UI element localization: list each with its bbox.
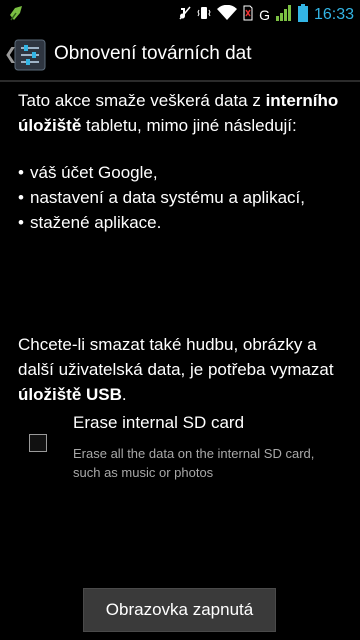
- screen-on-button[interactable]: Obrazovka zapnutá: [83, 588, 276, 632]
- intro-text-end: tabletu, mimo jiné následují:: [81, 116, 297, 135]
- page-title: Obnovení továrních dat: [54, 43, 252, 64]
- bullet-text: váš účet Google,: [30, 163, 158, 182]
- option-title: Erase internal SD card: [73, 413, 245, 432]
- warning-text: Tato akce smaže veškerá data z interního…: [18, 88, 348, 235]
- wifi-icon: [217, 4, 238, 25]
- clock: 16:33: [313, 6, 354, 23]
- network-type-label: G: [259, 7, 270, 23]
- no-sim-icon: [243, 5, 253, 25]
- settings-sliders-icon[interactable]: [14, 39, 46, 71]
- screen: G 16:33 ❮ Obnovení továrních dat Tato ak…: [0, 0, 360, 640]
- bullet-glyph: •: [18, 163, 24, 182]
- option-summary: Erase all the data on the internal SD ca…: [73, 446, 315, 480]
- erase-sd-card-checkbox[interactable]: [29, 434, 47, 452]
- usb-text-start: Chcete-li smazat také hudbu, obrázky a d…: [18, 335, 334, 379]
- notification-icon: [8, 5, 24, 27]
- intro-paragraph: Tato akce smaže veškerá data z interního…: [18, 88, 348, 138]
- list-item: • váš účet Google,: [18, 160, 348, 185]
- signal-icon: [275, 5, 292, 25]
- usb-text-end: .: [121, 385, 127, 404]
- bullet-text: nastavení a data systému a aplikací,: [30, 188, 305, 207]
- usb-storage-paragraph: Chcete-li smazat také hudbu, obrázky a d…: [18, 332, 348, 407]
- mute-icon: [179, 5, 191, 25]
- list-item: • nastavení a data systému a aplikací,: [18, 185, 348, 210]
- list-item: • stažené aplikace.: [18, 210, 348, 235]
- bullet-glyph: •: [18, 213, 24, 232]
- usb-text-bold: úložiště USB: [18, 385, 122, 404]
- status-icons: G 16:33: [179, 4, 354, 26]
- intro-text-start: Tato akce smaže veškerá data z: [18, 91, 266, 110]
- bullet-list: • váš účet Google, • nastavení a data sy…: [18, 160, 348, 235]
- status-bar: G 16:33: [0, 0, 360, 30]
- bullet-text: stažené aplikace.: [30, 213, 162, 232]
- bullet-glyph: •: [18, 188, 24, 207]
- action-bar: ❮ Obnovení továrních dat: [0, 30, 360, 82]
- battery-icon: [297, 4, 308, 26]
- vibrate-icon: [197, 5, 211, 25]
- erase-sd-card-option[interactable]: Erase internal SD card Erase all the dat…: [0, 410, 360, 490]
